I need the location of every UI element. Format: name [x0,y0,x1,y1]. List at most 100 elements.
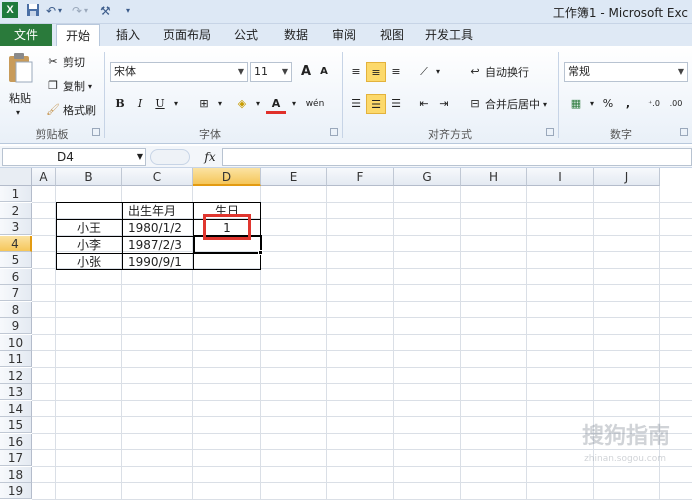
cell-c4[interactable]: 1987/2/3 [128,237,192,253]
font-name-combo[interactable]: 宋体 ▼ [110,62,248,82]
grid-line [32,399,692,401]
customize-icon[interactable]: ⚒ [100,3,111,19]
copy-button[interactable]: ❐ 复制 ▾ [46,76,92,96]
row-header-7[interactable]: 7 [0,285,32,301]
undo-dropdown-icon[interactable]: ▾ [58,3,62,19]
row-header-4[interactable]: 4 [0,235,32,252]
row-header-3[interactable]: 3 [0,219,32,235]
paste-dropdown-icon[interactable]: ▾ [16,102,20,122]
column-header-g[interactable]: G [394,168,461,186]
row-header-13[interactable]: 13 [0,384,32,400]
cell-b5[interactable]: 小张 [57,254,121,270]
bold-button[interactable]: B [110,94,130,114]
cell-c3[interactable]: 1980/1/2 [128,220,192,236]
increase-decimal-icon[interactable]: ⁺.0 [644,94,664,114]
number-format-combo[interactable]: 常规 ▼ [564,62,688,82]
row-header-15[interactable]: 15 [0,417,32,433]
row-header-6[interactable]: 6 [0,268,32,285]
italic-button[interactable]: I [130,94,150,114]
shrink-font-button[interactable]: A [314,62,334,82]
tab-developer[interactable]: 开发工具 [420,24,478,46]
row-header-1[interactable]: 1 [0,186,32,202]
row-header-17[interactable]: 17 [0,450,32,466]
column-header-j[interactable]: J [594,168,660,186]
percent-style-button[interactable]: % [598,94,618,114]
align-left-icon[interactable]: ☰ [346,94,366,114]
row-header-5[interactable]: 5 [0,252,32,268]
save-icon[interactable] [26,3,40,19]
number-group-label: 数字 [610,128,632,141]
decrease-decimal-icon[interactable]: .00 [666,94,686,114]
fill-handle[interactable] [258,250,263,255]
column-header-c[interactable]: C [122,168,193,186]
insert-function-button[interactable]: fx [200,148,220,166]
decrease-indent-icon[interactable]: ⇤ [414,94,434,114]
tab-data[interactable]: 数据 [276,24,316,46]
column-header-e[interactable]: E [261,168,327,186]
cell-c2[interactable]: 出生年月 [128,203,192,219]
orientation-dropdown-icon[interactable]: ▾ [428,62,448,82]
formula-input[interactable] [222,148,692,166]
tab-insert[interactable]: 插入 [108,24,148,46]
grow-font-button[interactable]: A [296,62,316,82]
tab-view[interactable]: 视图 [372,24,412,46]
row-header-16[interactable]: 16 [0,433,32,450]
row-header-19[interactable]: 19 [0,483,32,499]
clipboard-launcher-icon[interactable] [92,128,100,136]
font-color-button[interactable]: A [266,94,286,114]
increase-indent-icon[interactable]: ⇥ [434,94,454,114]
align-middle-icon[interactable]: ≡ [366,62,386,82]
tab-review[interactable]: 审阅 [324,24,364,46]
tab-formulas[interactable]: 公式 [226,24,266,46]
column-header-a[interactable]: A [32,168,56,186]
name-box[interactable]: D4 ▼ [2,148,146,166]
select-all-corner[interactable] [0,168,32,186]
merge-dropdown-icon[interactable]: ▾ [543,100,547,109]
column-header-i[interactable]: I [527,168,594,186]
quick-access-menu-icon[interactable]: ▾ [126,3,130,19]
font-color-dropdown-icon[interactable]: ▾ [284,94,304,114]
formula-expand-control[interactable] [150,149,190,165]
redo-dropdown-icon[interactable]: ▾ [84,3,88,19]
font-launcher-icon[interactable] [330,128,338,136]
column-header-b[interactable]: B [56,168,122,186]
alignment-launcher-icon[interactable] [546,128,554,136]
tab-home[interactable]: 开始 [56,24,100,47]
redo-icon[interactable]: ↷ [72,3,82,19]
row-header-14[interactable]: 14 [0,400,32,417]
worksheet-grid[interactable]: ABCDEFGHIJ 1 2 3 4 5 6 7 8 9 10 11 12 13 14 15 16 17 18 19… [0,168,692,500]
copy-dropdown-icon[interactable]: ▾ [88,82,92,91]
row-header-9[interactable]: 9 [0,318,32,334]
undo-icon[interactable]: ↶ [46,3,56,19]
column-header-f[interactable]: F [327,168,394,186]
font-size-combo[interactable]: 11 ▼ [250,62,292,82]
column-header-h[interactable]: H [461,168,527,186]
tab-file[interactable]: 文件 [0,24,52,46]
row-header-11[interactable]: 11 [0,351,32,367]
align-top-icon[interactable]: ≡ [346,62,366,82]
cell-c5[interactable]: 1990/9/1 [128,254,192,270]
comma-style-button[interactable]: , [618,94,638,114]
row-header-8[interactable]: 8 [0,301,32,318]
cut-button[interactable]: ✂ 剪切 [46,52,85,72]
column-header-d[interactable]: D [193,168,261,186]
phonetic-guide-button[interactable]: wén [304,94,326,114]
row-header-12[interactable]: 12 [0,367,32,384]
cell-b4[interactable]: 小李 [57,237,121,253]
paste-button[interactable] [6,52,36,92]
number-launcher-icon[interactable] [680,128,688,136]
row-header-10[interactable]: 10 [0,334,32,351]
underline-dropdown-icon[interactable]: ▾ [166,94,186,114]
merge-center-button[interactable]: ⊟ 合并后居中 ▾ [468,94,547,114]
fill-color-dropdown-icon[interactable]: ▾ [248,94,268,114]
format-painter-button[interactable]: 🖌 格式刷 [46,100,96,120]
align-center-icon[interactable]: ☰ [366,94,386,114]
tab-page-layout[interactable]: 页面布局 [158,24,216,46]
row-header-2[interactable]: 2 [0,202,32,219]
cell-b3[interactable]: 小王 [57,220,121,236]
wrap-text-button[interactable]: ↩ 自动换行 [468,62,529,82]
row-header-18[interactable]: 18 [0,466,32,483]
align-right-icon[interactable]: ☰ [386,94,406,114]
align-bottom-icon[interactable]: ≡ [386,62,406,82]
borders-dropdown-icon[interactable]: ▾ [210,94,230,114]
